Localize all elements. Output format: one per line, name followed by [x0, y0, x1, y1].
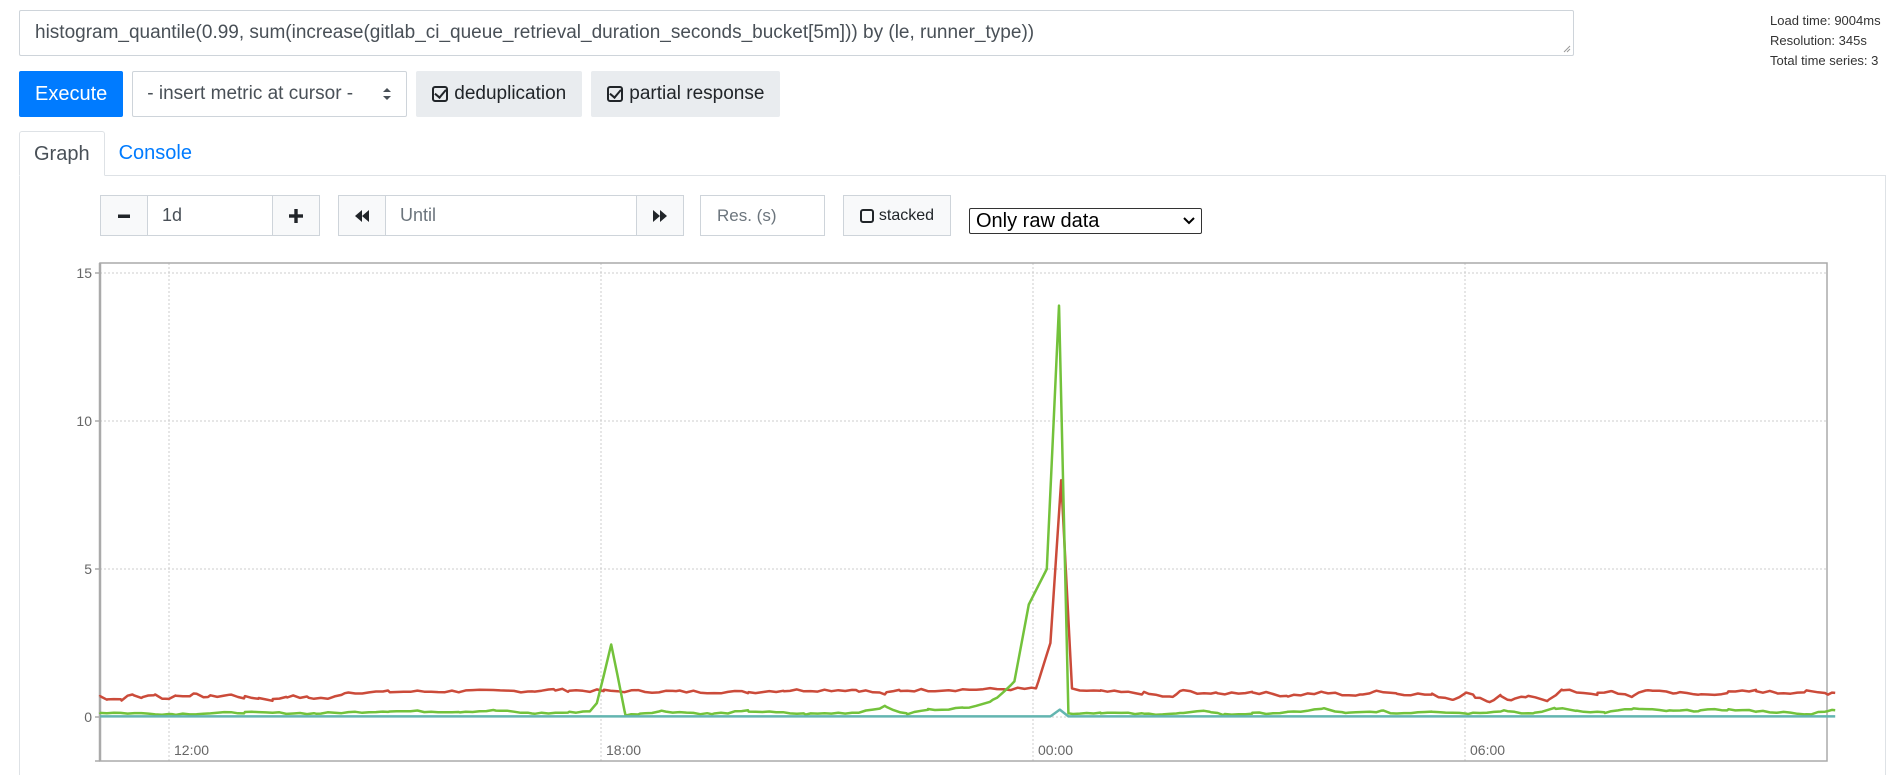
y-axis-labels: 0 5 10 15: [76, 265, 92, 725]
chart-axes: [95, 262, 1828, 762]
plot-frame: [99, 262, 1828, 762]
x-axis-labels: 12:00 18:00 00:00 06:00: [174, 742, 1505, 758]
y-tick-label: 5: [84, 561, 92, 577]
x-tick-label: 00:00: [1038, 742, 1073, 758]
y-tick-label: 0: [84, 709, 92, 725]
y-tick-label: 10: [76, 413, 92, 429]
x-tick-label: 18:00: [606, 742, 641, 758]
tab-graph[interactable]: Graph: [19, 131, 105, 176]
y-tick-label: 15: [76, 265, 92, 281]
series-lines: [98, 304, 1836, 718]
chart-grid: [100, 263, 1827, 761]
series-line-2: [98, 304, 1836, 717]
series-line-1: [98, 478, 1836, 704]
time-series-chart[interactable]: 0 5 10 15 12:00 18:00 00:00 06:00: [0, 0, 1899, 766]
x-tick-label: 06:00: [1470, 742, 1505, 758]
x-tick-label: 12:00: [174, 742, 209, 758]
